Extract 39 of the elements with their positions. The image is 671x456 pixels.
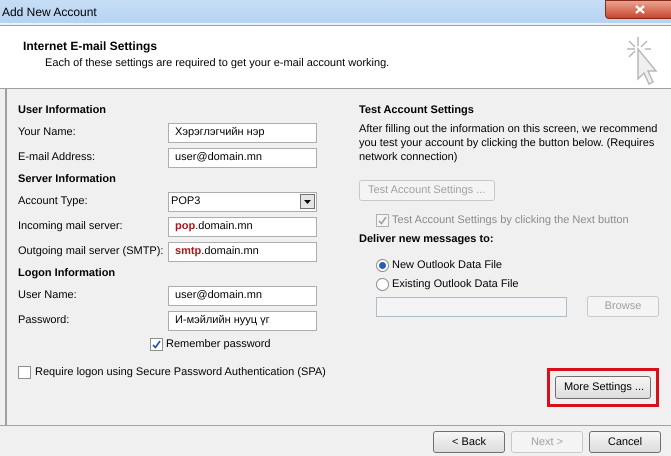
section-heading: Server Information xyxy=(18,172,117,187)
dialog-button[interactable]: Cancel xyxy=(589,431,661,453)
radio-button[interactable] xyxy=(376,259,389,272)
dialog-button[interactable]: < Back xyxy=(433,431,505,453)
account-type-dropdown[interactable]: POP3 xyxy=(168,192,317,212)
field-label: Incoming mail server: xyxy=(18,219,124,234)
window-title: Add New Account xyxy=(1,4,97,21)
section-heading: User Information xyxy=(18,103,108,118)
radio-button[interactable] xyxy=(376,278,389,291)
field-label: Password: xyxy=(18,313,70,328)
input-field[interactable]: pop.domain.mn xyxy=(168,216,317,236)
input-field[interactable]: Хэрэглэгчийн нэр xyxy=(168,122,317,142)
checkbox[interactable] xyxy=(18,366,31,379)
radio-label: Existing Outlook Data File xyxy=(392,277,519,292)
test-description: After filling out the information on this screen, we recommend you test your account by clicking the button below. (Requires network connection) xyxy=(359,122,658,164)
section-heading: Test Account Settings xyxy=(359,103,475,118)
more-settings-button[interactable]: More Settings ... xyxy=(555,376,651,399)
field-label: Outgoing mail server (SMTP): xyxy=(18,244,164,260)
input-field[interactable]: И-мэйлийн нууц үг xyxy=(168,310,317,330)
input-field[interactable]: user@domain.mn xyxy=(168,286,317,306)
cursor-click-icon xyxy=(625,37,659,85)
field-label: Your Name: xyxy=(18,125,77,140)
section-heading: Logon Information xyxy=(18,266,116,281)
close-icon xyxy=(635,5,645,14)
close-button[interactable] xyxy=(605,0,671,19)
input-field[interactable]: user@domain.mn xyxy=(168,148,317,168)
field-label: User Name: xyxy=(18,288,78,304)
radio-label: New Outlook Data File xyxy=(392,258,502,274)
field-label: E-mail Address: xyxy=(18,150,96,166)
header-subtitle: Each of these settings are required to get your e-mail account working. xyxy=(44,56,390,71)
field-label: Account Type: xyxy=(18,194,89,210)
checkbox-label: Test Account Settings by clicking the Next button xyxy=(392,212,629,228)
section-heading: Deliver new messages to: xyxy=(359,232,495,247)
input-field[interactable]: smtp.domain.mn xyxy=(168,242,317,262)
checkbox-label: Require logon using Secure Password Authentication (SPA) xyxy=(35,365,326,380)
checkbox[interactable] xyxy=(150,338,163,351)
header-title: Internet E-mail Settings xyxy=(23,38,158,55)
checkbox-label: Remember password xyxy=(166,337,271,352)
file-path-field[interactable] xyxy=(376,296,567,316)
